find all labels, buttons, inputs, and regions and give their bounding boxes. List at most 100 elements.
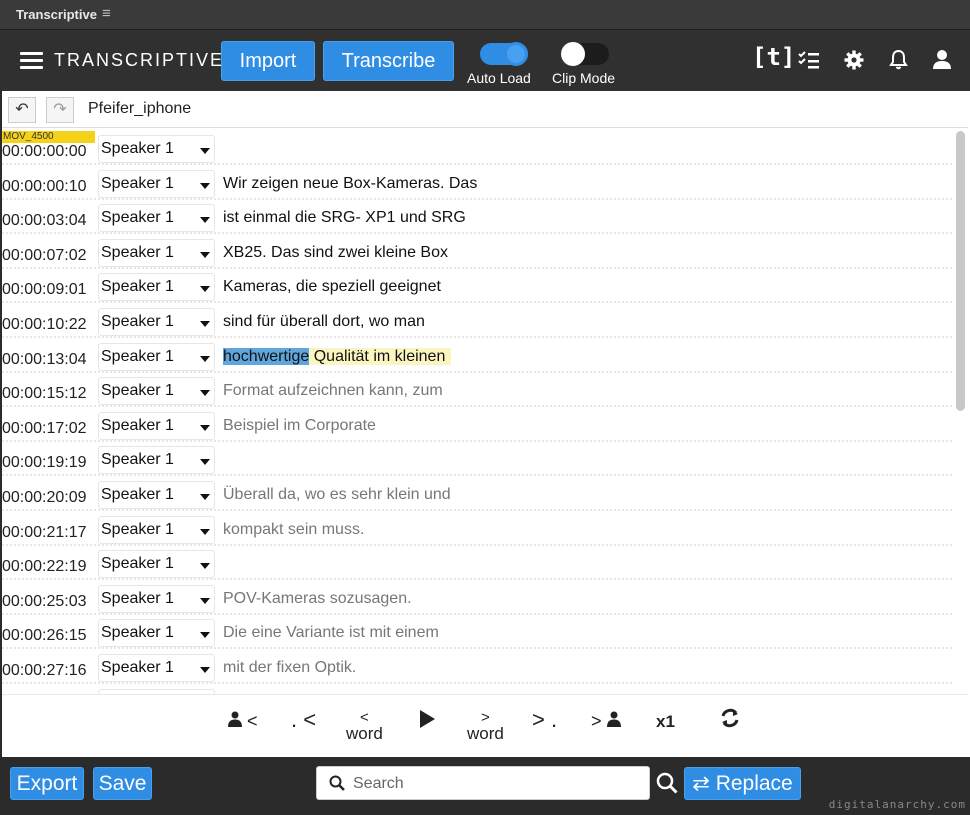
timecode[interactable]: 00:00:22:19 [2, 558, 87, 576]
timecode[interactable]: 00:00:00:00 [2, 143, 87, 161]
timecode[interactable]: 00:00:19:19 [2, 454, 87, 472]
replace-button[interactable]: ⇄ Replace [684, 767, 801, 800]
transcript-text[interactable]: Beispiel im Corporate [223, 415, 376, 437]
checklist-icon[interactable] [798, 51, 820, 69]
timecode[interactable]: 00:00:26:15 [2, 627, 87, 645]
import-button[interactable]: Import [221, 41, 315, 81]
speaker-label: Speaker 1 [101, 382, 174, 399]
transcript-text[interactable]: Format aufzeichnen kann, zum [223, 380, 443, 402]
clip-mode-toggle[interactable] [561, 42, 609, 66]
current-word[interactable]: hochwertige [223, 348, 310, 365]
playback-speed-button[interactable]: x1 [656, 712, 675, 732]
speaker-select[interactable]: Speaker 1 [98, 204, 215, 232]
editor-toolbar: ↶ ↷ Pfeifer_iphone [2, 91, 968, 128]
transcript-text[interactable]: hochwertige Qualität im kleinen [223, 346, 452, 368]
speaker-select[interactable]: Speaker 1 [98, 273, 215, 301]
transcript-text[interactable]: Überall da, wo es sehr klein und [223, 484, 451, 506]
timecode[interactable]: 00:00:21:17 [2, 524, 87, 542]
transcript-text[interactable]: Wir zeigen neue Box-Kameras. Das [223, 173, 477, 195]
redo-button[interactable]: ↷ [46, 97, 74, 123]
transcript-row: 00:00:19:19 Speaker 1 [2, 442, 952, 476]
clip-mode-label: Clip Mode [552, 70, 616, 86]
speaker-label: Speaker 1 [101, 175, 174, 192]
user-icon[interactable] [932, 49, 952, 70]
search-input[interactable] [353, 771, 643, 797]
app-header: TRANSCRIPTIVE Import Transcribe Auto Loa… [0, 30, 970, 91]
timecode[interactable]: 00:00:17:02 [2, 420, 87, 438]
panel-menu-icon[interactable]: ≡ [102, 5, 111, 22]
export-button[interactable]: Export [10, 767, 84, 800]
transcript-row: 00:00:21:17 Speaker 1 kompakt sein muss. [2, 512, 952, 546]
vertical-scrollbar[interactable] [956, 131, 965, 411]
speaker-select[interactable]: Speaker 1 [98, 412, 215, 440]
timecode[interactable]: 00:00:25:03 [2, 593, 87, 611]
transcript-row: 00:00:25:03 Speaker 1 POV-Kameras sozusage… [2, 581, 952, 615]
prev-word-label: word [346, 724, 383, 743]
auto-load-toggle[interactable] [480, 42, 528, 66]
transcript-text[interactable]: XB25. Das sind zwei kleine Box [223, 242, 448, 264]
transcribe-button[interactable]: Transcribe [323, 41, 454, 81]
transcript-row: 00:00:00:10 Speaker 1 Wir zeigen neue Box-… [2, 166, 952, 200]
dropdown-arrow-icon [200, 390, 210, 396]
watermark-text: digitalanarchy.com [828, 798, 966, 811]
timecode[interactable]: 00:00:03:04 [2, 212, 87, 230]
speaker-label: Speaker 1 [101, 521, 174, 538]
speaker-label: Speaker 1 [101, 209, 174, 226]
speaker-select[interactable]: Speaker 1 [98, 308, 215, 336]
timecode[interactable]: 00:00:10:22 [2, 316, 87, 334]
save-button[interactable]: Save [93, 767, 152, 800]
prev-sentence-button[interactable]: . < [291, 707, 316, 733]
transcript-text[interactable]: POV-Kameras sozusagen. [223, 588, 412, 610]
speaker-select[interactable]: Speaker 1 [98, 170, 215, 198]
next-sentence-button[interactable]: > . [532, 707, 557, 733]
sync-button[interactable] [719, 707, 741, 734]
dropdown-arrow-icon [200, 321, 210, 327]
timecode[interactable]: 00:00:13:04 [2, 351, 87, 369]
timecode[interactable]: 00:00:09:01 [2, 281, 87, 299]
speaker-select[interactable]: Speaker 1 [98, 446, 215, 474]
prev-speaker-button[interactable]: < [228, 711, 258, 732]
speaker-select[interactable]: Speaker 1 [98, 377, 215, 405]
undo-button[interactable]: ↶ [8, 97, 36, 123]
speaker-select[interactable]: Speaker 1 [98, 343, 215, 371]
transcript-text[interactable]: Kameras, die speziell geeignet [223, 276, 441, 298]
timecode[interactable]: 00:00:20:09 [2, 489, 87, 507]
dropdown-arrow-icon [200, 148, 210, 154]
transcript-text[interactable]: ist einmal die SRG- XP1 und SRG [223, 207, 466, 229]
speaker-select[interactable]: Speaker 1 [98, 135, 215, 163]
play-button[interactable] [418, 709, 436, 734]
dropdown-arrow-icon [200, 494, 210, 500]
speaker-select[interactable]: Speaker 1 [98, 654, 215, 682]
prev-word-button[interactable]: < word [346, 710, 383, 744]
transcript-text[interactable]: mit der fixen Optik. [223, 657, 356, 679]
transcript-text[interactable]: sind für überall dort, wo man [223, 311, 425, 333]
dropdown-arrow-icon [200, 529, 210, 535]
speaker-select[interactable]: Speaker 1 [98, 239, 215, 267]
speaker-label: Speaker 1 [101, 244, 174, 261]
transcript-row: 00:00:15:12 Speaker 1 Format aufzeichnen k… [2, 373, 952, 407]
speaker-select[interactable]: Speaker 1 [98, 481, 215, 509]
timecode[interactable]: 00:00:27:16 [2, 662, 87, 680]
transcriptive-t-icon[interactable]: [t] [752, 43, 795, 71]
speaker-select[interactable]: Speaker 1 [98, 516, 215, 544]
speaker-select[interactable]: Speaker 1 [98, 619, 215, 647]
gear-icon[interactable] [844, 50, 864, 70]
timecode[interactable]: 00:00:00:10 [2, 178, 87, 196]
search-button-icon[interactable] [656, 772, 678, 794]
transcript-text[interactable]: Die eine Variante ist mit einem [223, 622, 439, 644]
transcript-row: 00:00:03:04 Speaker 1 ist einmal die SRG- … [2, 200, 952, 234]
transcript-row: 00:00:09:01 Speaker 1 Kameras, die speziel… [2, 269, 952, 303]
next-speaker-arrow: > [591, 711, 602, 731]
next-speaker-button[interactable]: > [591, 711, 621, 732]
next-word-button[interactable]: > word [467, 710, 504, 744]
transcript-text[interactable]: kompakt sein muss. [223, 519, 364, 541]
timecode[interactable]: 00:00:07:02 [2, 247, 87, 265]
speaker-select[interactable]: Speaker 1 [98, 585, 215, 613]
current-line-text[interactable]: Qualität im kleinen [309, 348, 452, 365]
transport-bar: < . < < word > word > . > x1 [2, 694, 968, 757]
bell-icon[interactable] [889, 49, 908, 70]
hamburger-menu-icon[interactable] [20, 52, 43, 69]
speaker-select[interactable]: Speaker 1 [98, 550, 215, 578]
person-icon [606, 711, 621, 727]
timecode[interactable]: 00:00:15:12 [2, 385, 87, 403]
